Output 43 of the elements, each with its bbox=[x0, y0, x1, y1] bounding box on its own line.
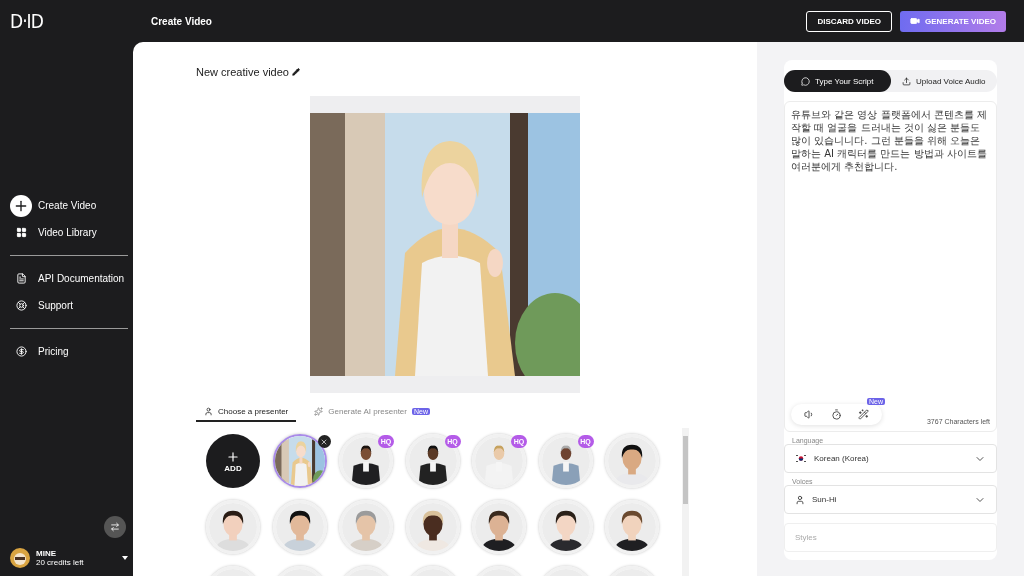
timer-icon bbox=[831, 409, 842, 420]
page-title: Create Video bbox=[151, 15, 213, 27]
logo: D·ID bbox=[10, 10, 44, 32]
person-icon bbox=[204, 407, 213, 416]
scrollbar[interactable] bbox=[682, 428, 689, 576]
document-icon bbox=[15, 273, 27, 284]
nav-item[interactable]: Support bbox=[10, 292, 128, 319]
speaker-icon bbox=[804, 409, 815, 420]
plus-icon bbox=[10, 194, 32, 217]
plus-icon bbox=[226, 449, 240, 464]
pencil-icon[interactable] bbox=[291, 68, 300, 76]
dollar-icon bbox=[15, 346, 27, 357]
speech-bubble-icon bbox=[801, 76, 811, 86]
voice-select[interactable]: Sun-Hi bbox=[784, 485, 997, 514]
script-tab[interactable]: Type Your Script bbox=[784, 70, 891, 92]
caret-icon[interactable] bbox=[122, 556, 128, 560]
nav-item[interactable]: Create Video bbox=[10, 192, 128, 219]
script-tab[interactable]: Upload Voice Audio bbox=[890, 70, 997, 92]
generate-button[interactable]: GENERATE VIDEO bbox=[900, 10, 1006, 32]
nav-item[interactable]: Pricing bbox=[10, 338, 128, 365]
add-button[interactable]: ADD bbox=[206, 434, 260, 488]
swap-icon bbox=[110, 522, 120, 532]
credits-text: 20 credits left bbox=[36, 558, 85, 567]
wand-icon bbox=[858, 409, 869, 420]
flag-icon bbox=[795, 454, 807, 463]
sparkles-icon bbox=[314, 407, 324, 416]
swap-button[interactable] bbox=[104, 516, 126, 538]
person-icon bbox=[795, 494, 805, 505]
styles-field[interactable]: Styles bbox=[784, 523, 997, 552]
user-avatar bbox=[10, 548, 30, 568]
lifebuoy-icon bbox=[15, 300, 27, 311]
close-icon bbox=[320, 437, 328, 446]
language-select[interactable]: Korean (Korea) bbox=[784, 444, 997, 473]
close-button[interactable] bbox=[317, 435, 331, 448]
discard-button[interactable]: DISCARD VIDEO bbox=[806, 10, 892, 32]
grid-icon bbox=[15, 227, 27, 238]
video-icon bbox=[910, 16, 920, 26]
nav-item[interactable]: Video Library bbox=[10, 219, 128, 246]
presenter-tab[interactable]: Choose a presenter bbox=[196, 407, 297, 422]
video-title: New creative video bbox=[196, 66, 289, 78]
user-name: MINE bbox=[36, 549, 57, 558]
upload-icon bbox=[902, 76, 912, 86]
nav-item[interactable]: API Documentation bbox=[10, 265, 128, 292]
